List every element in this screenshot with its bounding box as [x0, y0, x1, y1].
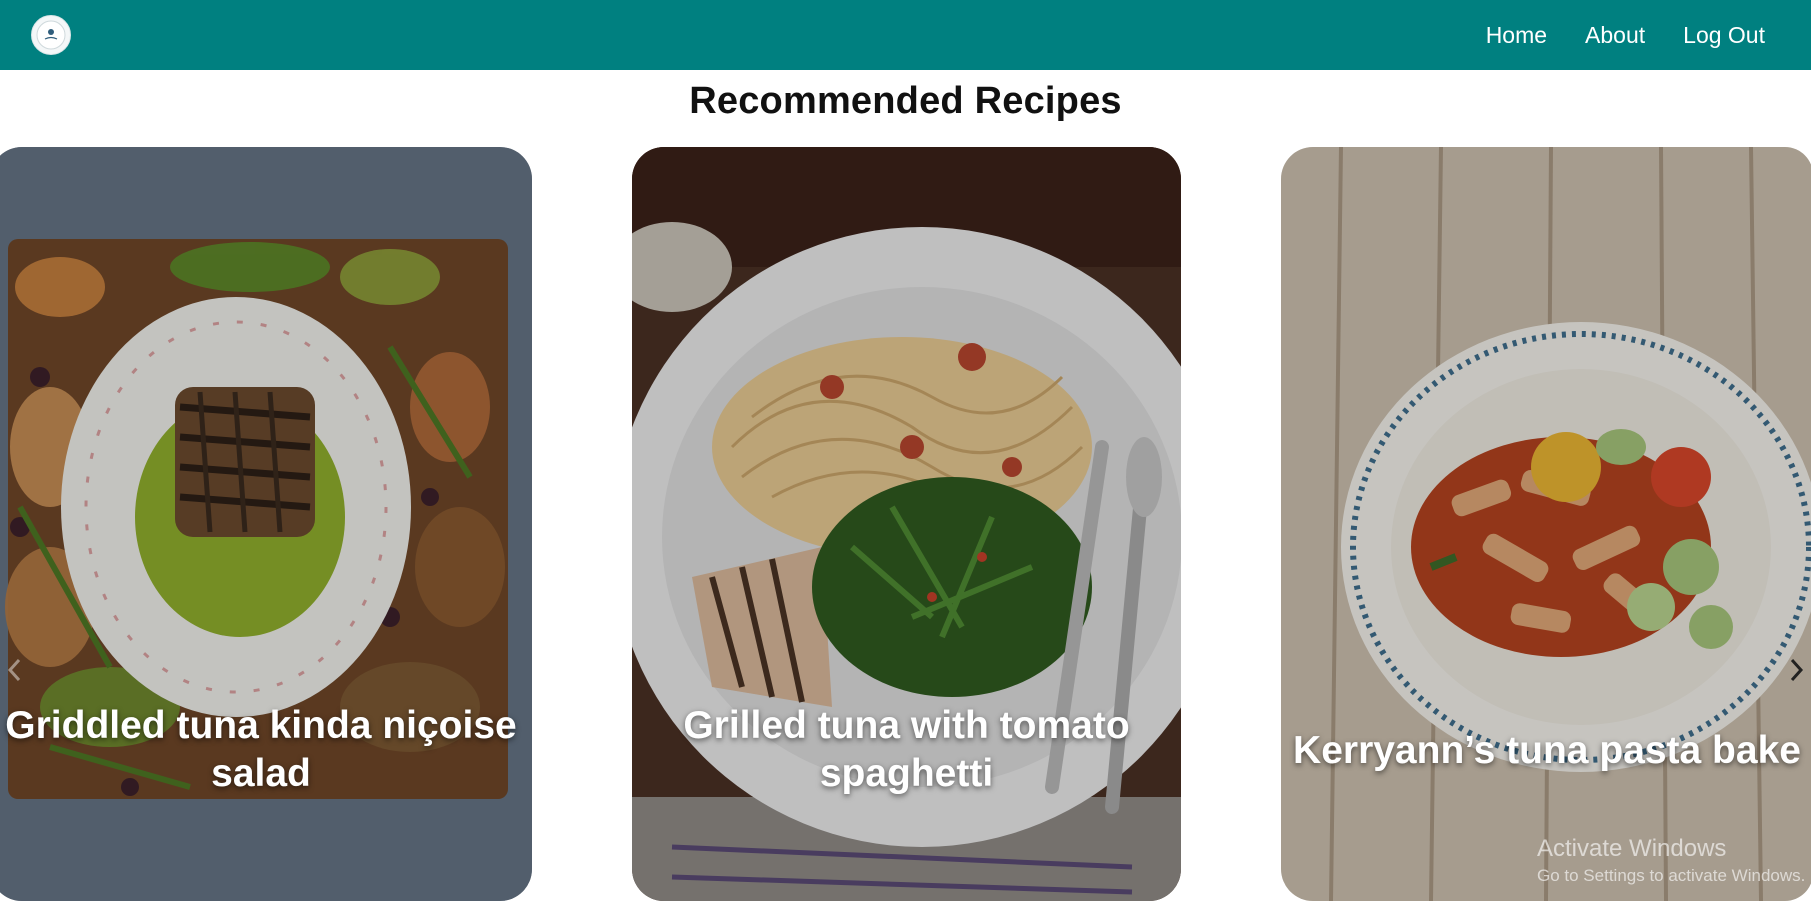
recipe-card-spaghetti[interactable]: Grilled tuna with tomato spaghetti	[632, 147, 1181, 901]
card-image-overlay	[1281, 147, 1811, 901]
recipe-title: Griddled tuna kinda niçoise salad	[5, 704, 517, 795]
brand-logo-icon[interactable]	[31, 15, 71, 55]
nav-about-link[interactable]: About	[1585, 22, 1645, 49]
recipe-carousel: Griddled tuna kinda niçoise salad Grille…	[0, 147, 1811, 901]
carousel-next-button[interactable]	[1781, 652, 1811, 688]
recipe-card-pasta-bake[interactable]: Kerryann’s tuna pasta bake	[1281, 147, 1811, 901]
nav-logout-link[interactable]: Log Out	[1683, 22, 1765, 49]
nav-home-link[interactable]: Home	[1486, 22, 1547, 49]
page-title: Recommended Recipes	[689, 80, 1122, 122]
recipe-title: Grilled tuna with tomato spaghetti	[683, 704, 1130, 795]
recipe-title: Kerryann’s tuna pasta bake	[1293, 729, 1801, 772]
top-navbar: Home About Log Out	[0, 0, 1811, 70]
nav-links: Home About Log Out	[1448, 0, 1765, 70]
carousel-prev-button[interactable]	[0, 652, 30, 688]
chevron-left-icon	[7, 658, 21, 682]
recipe-card-nicoise[interactable]: Griddled tuna kinda niçoise salad	[0, 147, 532, 901]
chevron-right-icon	[1790, 658, 1804, 682]
